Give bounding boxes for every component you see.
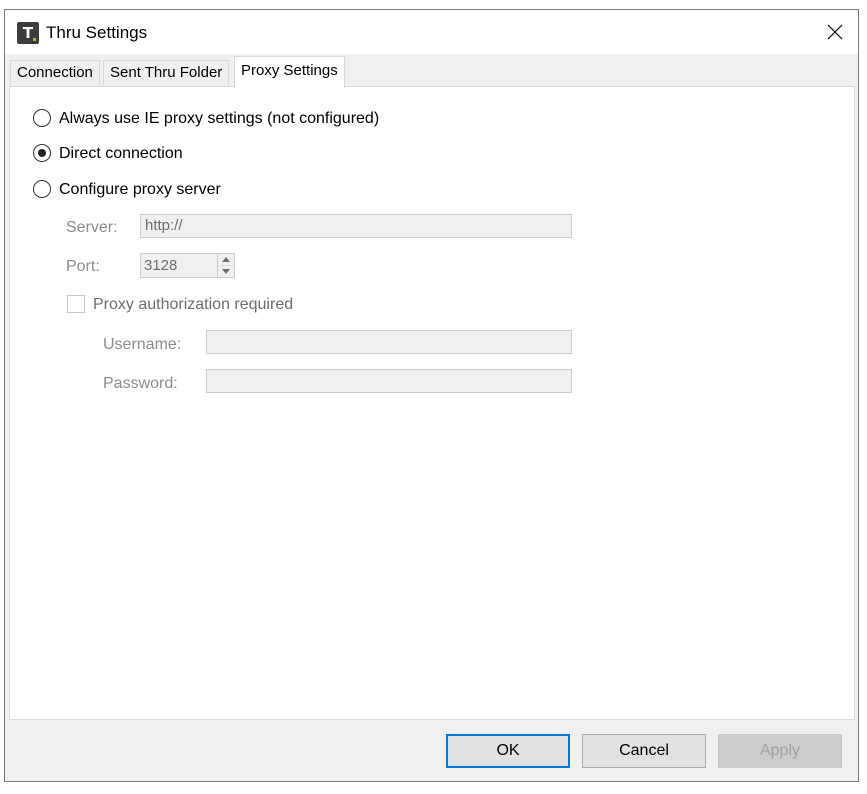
tab-proxy-settings[interactable]: Proxy Settings	[234, 56, 345, 88]
username-label: Username:	[103, 336, 182, 353]
radio-configure-proxy[interactable]: Configure proxy server	[33, 179, 221, 201]
port-stepper[interactable]: 3128	[140, 253, 235, 278]
port-label: Port:	[66, 258, 100, 275]
caret-up-icon	[222, 257, 230, 262]
cancel-button[interactable]: Cancel	[582, 734, 706, 768]
app-icon: T	[17, 22, 39, 44]
close-icon	[827, 24, 843, 40]
proxy-auth-checkbox[interactable]	[67, 294, 85, 313]
radio-configure-proxy-circle[interactable]	[33, 179, 51, 198]
password-label: Password:	[103, 375, 178, 392]
radio-ie-proxy[interactable]: Always use IE proxy settings (not config…	[33, 108, 379, 130]
server-label: Server:	[66, 219, 118, 236]
tab-connection[interactable]: Connection	[10, 60, 100, 86]
title-bar: T Thru Settings	[5, 10, 858, 54]
radio-configure-proxy-label: Configure proxy server	[59, 181, 221, 198]
apply-button[interactable]: Apply	[718, 734, 842, 768]
tab-sent-thru-folder[interactable]: Sent Thru Folder	[103, 60, 230, 86]
app-icon-dot	[33, 38, 36, 41]
settings-dialog: T Thru Settings Connection Sent Thru Fol…	[4, 9, 859, 782]
ok-button[interactable]: OK	[446, 734, 570, 768]
radio-ie-proxy-label: Always use IE proxy settings (not config…	[59, 110, 380, 127]
server-input[interactable]: http://	[140, 214, 572, 238]
caret-down-icon	[222, 269, 230, 274]
app-icon-letter: T	[22, 24, 34, 42]
port-value: 3128	[144, 257, 178, 274]
radio-direct-connection[interactable]: Direct connection	[33, 143, 183, 165]
port-stepper-buttons	[217, 254, 234, 277]
close-button[interactable]	[812, 10, 858, 54]
username-input[interactable]	[206, 330, 572, 354]
proxy-settings-panel: Always use IE proxy settings (not config…	[9, 86, 855, 720]
window-title: Thru Settings	[46, 23, 148, 42]
radio-ie-proxy-circle[interactable]	[33, 108, 51, 127]
port-decrement-button[interactable]	[218, 266, 234, 277]
password-input[interactable]	[206, 369, 572, 393]
proxy-auth-checkbox-row[interactable]: Proxy authorization required	[67, 294, 293, 316]
port-increment-button[interactable]	[218, 254, 234, 266]
radio-direct-connection-label: Direct connection	[59, 145, 183, 162]
proxy-auth-label: Proxy authorization required	[93, 296, 294, 313]
radio-direct-connection-circle[interactable]	[33, 143, 51, 162]
